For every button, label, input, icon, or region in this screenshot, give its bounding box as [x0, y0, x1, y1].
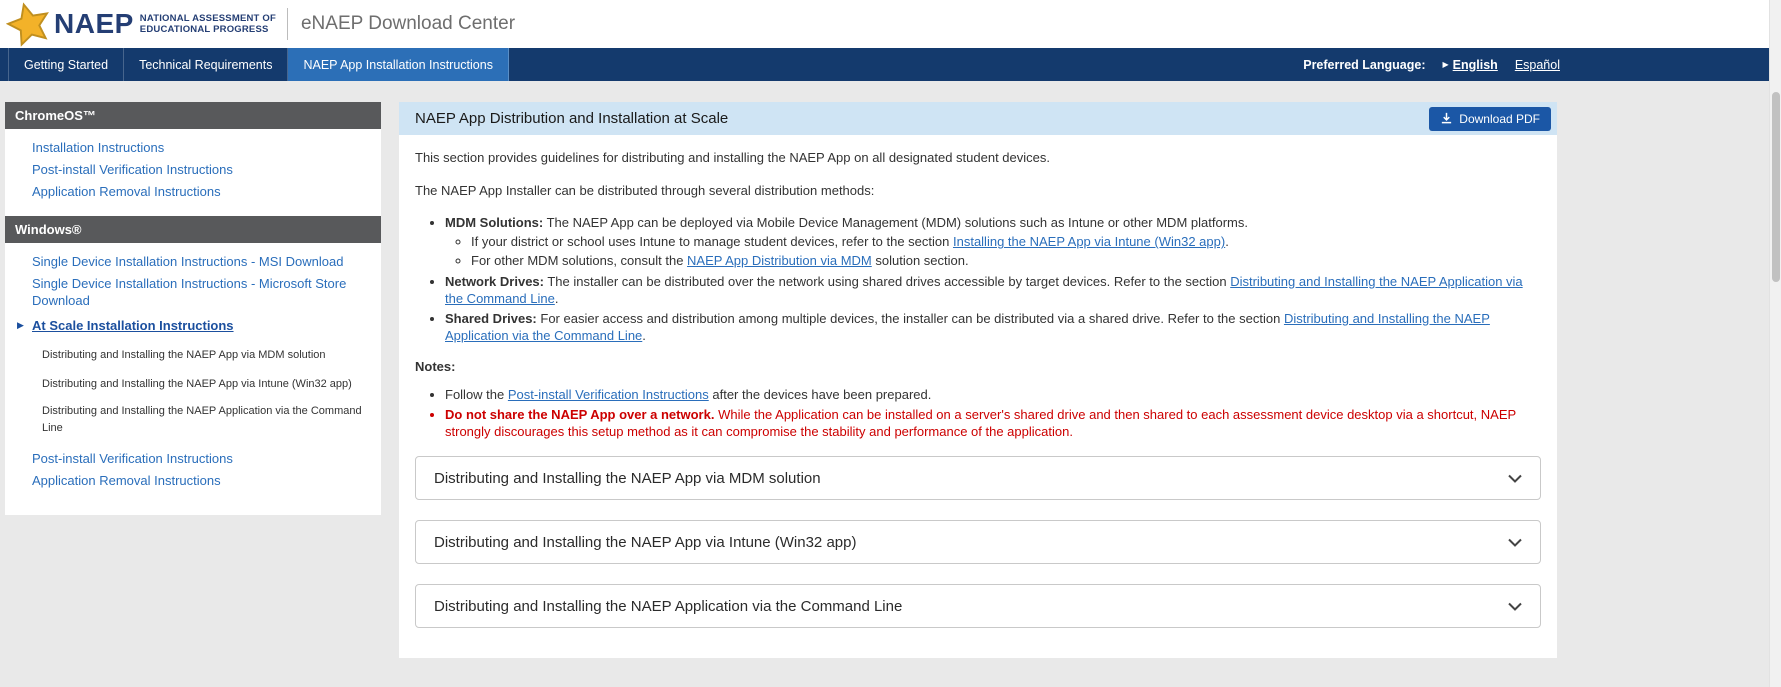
sidebar-item: Application Removal Instructions [32, 472, 367, 490]
method-lead: MDM Solutions: [445, 215, 543, 230]
sidebar-item-windows-post-install-verification[interactable]: Post-install Verification Instructions [32, 450, 233, 467]
sub-text: solution section. [872, 253, 969, 268]
preferred-language-label: Preferred Language: [1303, 58, 1425, 72]
mdm-sub-list: If your district or school uses Intune t… [445, 233, 1541, 269]
list-item: For other MDM solutions, consult the NAE… [471, 252, 1541, 269]
scrollbar-thumb[interactable] [1772, 92, 1780, 282]
accordion-label: Distributing and Installing the NAEP App… [434, 534, 856, 551]
sidebar-item: Post-install Verification Instructions [32, 161, 367, 179]
sidebar-item: Post-install Verification Instructions [32, 450, 367, 468]
sidebar-item-active: ▶At Scale Installation Instructions [32, 317, 367, 335]
sidebar-list-chromeos: Installation Instructions Post-install V… [5, 139, 381, 201]
download-icon [1440, 112, 1453, 125]
sidebar-item-windows-msi-download[interactable]: Single Device Installation Instructions … [32, 253, 343, 270]
sidebar-item-windows-intune-win32[interactable]: Distributing and Installing the NAEP App… [42, 376, 352, 393]
method-text: . [642, 328, 646, 343]
main-body: This section provides guidelines for dis… [399, 135, 1557, 628]
app-title: eNAEP Download Center [301, 13, 515, 35]
accordion-mdm-solution[interactable]: Distributing and Installing the NAEP App… [415, 456, 1541, 500]
sidebar-item-chromeos-application-removal[interactable]: Application Removal Instructions [32, 183, 221, 200]
link-naep-app-distribution-via-mdm[interactable]: NAEP App Distribution via MDM [687, 253, 872, 268]
tab-technical-requirements[interactable]: Technical Requirements [124, 48, 288, 81]
method-text: The installer can be distributed over th… [544, 274, 1230, 289]
sidebar-subitem: Distributing and Installing the NAEP App… [42, 374, 367, 393]
sidebar-item-windows-application-removal[interactable]: Application Removal Instructions [32, 472, 221, 489]
language-link-spanish[interactable]: Español [1515, 58, 1560, 72]
link-installing-naep-app-via-intune[interactable]: Installing the NAEP App via Intune (Win3… [953, 234, 1225, 249]
sub-text: For other MDM solutions, consult the [471, 253, 687, 268]
top-header: NAEP NATIONAL ASSESSMENT OF EDUCATIONAL … [0, 0, 1781, 48]
sidebar: ChromeOS™ Installation Instructions Post… [5, 102, 381, 515]
main-panel-header: NAEP App Distribution and Installation a… [399, 102, 1557, 135]
distribution-methods-list: MDM Solutions: The NAEP App can be deplo… [415, 214, 1541, 344]
sidebar-section-chromeos: ChromeOS™ [5, 102, 381, 129]
accordion-command-line[interactable]: Distributing and Installing the NAEP App… [415, 584, 1541, 628]
notes-heading: Notes: [415, 358, 1541, 376]
accordion-intune-win32[interactable]: Distributing and Installing the NAEP App… [415, 520, 1541, 564]
accordion-label: Distributing and Installing the NAEP App… [434, 470, 821, 487]
method-text: For easier access and distribution among… [537, 311, 1284, 326]
list-item-note-verification: Follow the Post-install Verification Ins… [445, 386, 1541, 403]
arrow-right-icon: ▶ [1443, 60, 1449, 69]
method-lead: Network Drives: [445, 274, 544, 289]
tab-getting-started[interactable]: Getting Started [8, 48, 124, 81]
logo-text: NATIONAL ASSESSMENT OF EDUCATIONAL PROGR… [140, 13, 276, 35]
main-panel: NAEP App Distribution and Installation a… [399, 102, 1557, 658]
intro-paragraph-1: This section provides guidelines for dis… [415, 149, 1541, 167]
list-item-mdm-solutions: MDM Solutions: The NAEP App can be deplo… [445, 214, 1541, 269]
scrollbar[interactable] [1769, 0, 1781, 687]
method-text: . [555, 291, 559, 306]
list-item-shared-drives: Shared Drives: For easier access and dis… [445, 310, 1541, 344]
main-nav: Getting Started Technical Requirements N… [0, 48, 1781, 81]
warning-lead: Do not share the NAEP App over a network… [445, 407, 714, 422]
list-item-note-warning: Do not share the NAEP App over a network… [445, 406, 1541, 440]
method-lead: Shared Drives: [445, 311, 537, 326]
chevron-down-icon [1508, 602, 1522, 611]
sidebar-item-windows-at-scale-installation[interactable]: At Scale Installation Instructions [32, 317, 234, 334]
sidebar-item-windows-microsoft-store-download[interactable]: Single Device Installation Instructions … [32, 275, 367, 309]
language-english-wrap: ▶ English [1443, 58, 1498, 72]
header-divider [287, 8, 288, 40]
chevron-down-icon [1508, 538, 1522, 547]
sidebar-item: Installation Instructions [32, 139, 367, 157]
arrow-right-icon: ▶ [17, 320, 24, 331]
accordion-label: Distributing and Installing the NAEP App… [434, 598, 902, 615]
sidebar-subitem: Distributing and Installing the NAEP App… [42, 345, 367, 364]
sidebar-item: Application Removal Instructions [32, 183, 367, 201]
star-icon [6, 1, 52, 47]
notes-list: Follow the Post-install Verification Ins… [415, 386, 1541, 440]
download-pdf-button[interactable]: Download PDF [1429, 107, 1551, 131]
tab-naep-app-installation-instructions[interactable]: NAEP App Installation Instructions [288, 48, 508, 81]
logo-line-2: EDUCATIONAL PROGRESS [140, 24, 276, 35]
sidebar-item-windows-command-line[interactable]: Distributing and Installing the NAEP App… [42, 403, 367, 437]
download-pdf-label: Download PDF [1459, 112, 1540, 126]
sidebar-item: Single Device Installation Instructions … [32, 275, 367, 310]
list-item-network-drives: Network Drives: The installer can be dis… [445, 273, 1541, 307]
page-title: NAEP App Distribution and Installation a… [415, 110, 728, 127]
chevron-down-icon [1508, 474, 1522, 483]
sub-text: . [1225, 234, 1229, 249]
sidebar-item-chromeos-installation[interactable]: Installation Instructions [32, 139, 164, 156]
sidebar-item: Single Device Installation Instructions … [32, 253, 367, 271]
sidebar-item-windows-mdm-solution[interactable]: Distributing and Installing the NAEP App… [42, 347, 326, 364]
sidebar-list-windows: Single Device Installation Instructions … [5, 253, 381, 490]
link-post-install-verification[interactable]: Post-install Verification Instructions [508, 387, 709, 402]
page-content: ChromeOS™ Installation Instructions Post… [0, 81, 1781, 658]
sidebar-subitem: Distributing and Installing the NAEP App… [42, 403, 367, 437]
language-link-english[interactable]: English [1453, 58, 1498, 72]
intro-paragraph-2: The NAEP App Installer can be distribute… [415, 182, 1541, 200]
list-item: If your district or school uses Intune t… [471, 233, 1541, 250]
sub-text: If your district or school uses Intune t… [471, 234, 953, 249]
language-switcher: Preferred Language: ▶ English Español [1303, 48, 1781, 81]
method-text: The NAEP App can be deployed via Mobile … [543, 215, 1248, 230]
sidebar-section-windows: Windows® [5, 216, 381, 243]
sidebar-item-chromeos-post-install-verification[interactable]: Post-install Verification Instructions [32, 161, 233, 178]
note-text: Follow the [445, 387, 508, 402]
naep-logo[interactable]: NAEP NATIONAL ASSESSMENT OF EDUCATIONAL … [6, 2, 276, 47]
logo-line-1: NATIONAL ASSESSMENT OF [140, 13, 276, 24]
logo-acronym: NAEP [54, 8, 134, 40]
note-text: after the devices have been prepared. [709, 387, 932, 402]
